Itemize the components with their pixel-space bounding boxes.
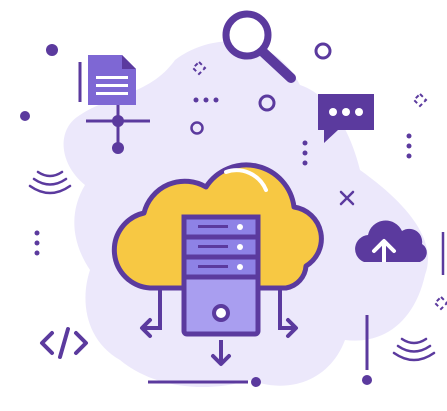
ring bbox=[314, 42, 332, 60]
ellipsis-dots bbox=[193, 97, 219, 103]
dot bbox=[46, 44, 58, 56]
dot bbox=[20, 111, 30, 121]
cloud-hosting-illustration bbox=[20, 10, 447, 388]
dot bbox=[251, 377, 261, 387]
dot bbox=[362, 375, 372, 385]
wifi-signal-icon bbox=[28, 170, 72, 195]
code-tag-icon bbox=[40, 327, 88, 359]
illustration-canvas bbox=[0, 0, 447, 411]
wifi-signal-icon bbox=[392, 337, 436, 362]
diamond bbox=[412, 92, 428, 108]
diamond bbox=[433, 295, 447, 311]
